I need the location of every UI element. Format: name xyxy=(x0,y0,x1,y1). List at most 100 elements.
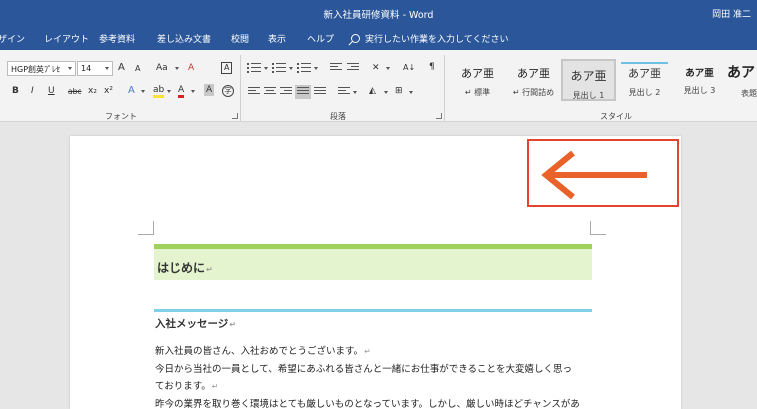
chevron-down-icon xyxy=(384,91,388,94)
style-name: 表題 xyxy=(741,89,757,98)
tell-me-text: 実行したい作業を入力してください xyxy=(365,35,509,45)
paragraph-dialog-launcher-icon[interactable] xyxy=(436,113,442,119)
show-marks-icon[interactable]: ¶ xyxy=(429,61,435,73)
ribbon: HGP創英ﾌﾟﾚｾ 14 A A Aa A A B I U abc x₂ x² … xyxy=(0,50,757,122)
font-name-value: HGP創英ﾌﾟﾚｾ xyxy=(11,65,61,74)
distributed-icon[interactable] xyxy=(314,87,326,97)
ribbon-tabs: ザイン レイアウト 参考資料 差し込み文書 校閲 表示 ヘルプ 実行したい作業を… xyxy=(0,26,757,50)
font-dialog-launcher-icon[interactable] xyxy=(232,113,238,119)
sort-button[interactable]: A↓ xyxy=(403,62,415,74)
chevron-down-icon xyxy=(353,91,357,94)
highlight-button[interactable]: ab xyxy=(153,85,165,98)
paragraph-line[interactable]: 昨今の業界を取り巻く環境はとても厳しいものとなっています。しかし、厳しい時ほどチ… xyxy=(155,396,580,409)
italic-button[interactable]: I xyxy=(31,85,34,97)
title-bar: 新入社員研修資料 - Word 岡田 准二 xyxy=(0,0,757,26)
tab-layout[interactable]: レイアウト xyxy=(44,32,89,45)
style-normal[interactable]: あア亜 ↵ 標準 xyxy=(450,59,505,101)
paragraph-line[interactable]: ております。↵ xyxy=(155,378,218,392)
chevron-down-icon xyxy=(409,91,413,94)
style-heading-3[interactable]: あア亜 見出し 3 xyxy=(672,59,727,101)
chevron-down-icon xyxy=(167,90,171,93)
style-name: 見出し 1 xyxy=(572,91,605,100)
tab-design[interactable]: ザイン xyxy=(0,32,25,45)
text-effects-button[interactable]: A xyxy=(128,85,135,97)
style-title[interactable]: あア 表題 xyxy=(727,59,757,101)
font-group-label: フォント xyxy=(105,112,137,121)
borders-icon[interactable]: ⊞ xyxy=(395,85,403,97)
underline-button[interactable]: U xyxy=(48,85,55,97)
heading-2-bar xyxy=(621,62,668,64)
line-spacing-icon[interactable] xyxy=(338,87,350,97)
shading-bucket-icon[interactable]: ◭ xyxy=(369,85,376,97)
user-name[interactable]: 岡田 准二 xyxy=(712,7,751,20)
shrink-font-button[interactable]: A xyxy=(135,63,140,75)
subscript-button[interactable]: x₂ xyxy=(88,85,97,97)
heading-2-text[interactable]: 入社メッセージ↵ xyxy=(155,316,236,331)
chevron-down-icon xyxy=(264,67,268,70)
tab-references[interactable]: 参考資料 xyxy=(99,32,135,45)
styles-group-label: スタイル xyxy=(600,112,632,121)
heading-1-block: はじめに↵ xyxy=(154,244,592,280)
style-sample: あア亜 xyxy=(570,69,607,83)
font-color-button[interactable]: A xyxy=(178,85,185,98)
window-title: 新入社員研修資料 - Word xyxy=(323,10,434,21)
chevron-down-icon xyxy=(68,67,72,70)
paragraph-group-label: 段落 xyxy=(330,112,346,121)
style-sample: あア xyxy=(727,65,755,81)
grow-font-button[interactable]: A xyxy=(118,62,125,74)
chevron-down-icon xyxy=(314,67,318,70)
heading-2-line xyxy=(154,309,592,312)
crop-mark xyxy=(138,221,154,235)
paragraph-line[interactable]: 新入社員の皆さん、入社おめでとうございます。↵ xyxy=(155,343,371,357)
chevron-down-icon xyxy=(141,90,145,93)
font-size-box[interactable]: 14 xyxy=(77,61,113,76)
style-sample: あア亜 xyxy=(628,67,661,80)
arrow-left-icon xyxy=(541,150,647,200)
superscript-button[interactable]: x² xyxy=(104,85,113,97)
style-name: ↵ 標準 xyxy=(464,88,491,97)
paragraph-line[interactable]: 今日から当社の一員として、希望にあふれる皆さんと一緒にお仕事ができることを大変嬉… xyxy=(155,361,572,375)
tab-mailings[interactable]: 差し込み文書 xyxy=(157,32,211,45)
multilevel-list-icon[interactable] xyxy=(297,63,311,73)
style-no-spacing[interactable]: あア亜 ↵ 行間詰め xyxy=(506,59,561,101)
align-left-icon[interactable] xyxy=(248,87,260,97)
style-sample: あア亜 xyxy=(685,68,714,79)
tell-me-search[interactable]: 実行したい作業を入力してください xyxy=(351,32,508,45)
font-name-box[interactable]: HGP創英ﾌﾟﾚｾ xyxy=(7,61,76,76)
style-name: ↵ 行間詰め xyxy=(512,88,555,97)
decrease-indent-icon[interactable] xyxy=(330,63,342,73)
heading-1-text[interactable]: はじめに↵ xyxy=(157,259,213,276)
increase-indent-icon[interactable] xyxy=(347,63,359,73)
tab-help[interactable]: ヘルプ xyxy=(307,32,334,45)
style-name: 見出し 2 xyxy=(628,88,661,97)
style-name: 見出し 3 xyxy=(683,86,716,95)
align-right-icon[interactable] xyxy=(280,87,292,97)
callout-box xyxy=(527,139,679,207)
group-divider xyxy=(240,55,241,121)
clear-formatting-button[interactable]: A xyxy=(188,62,194,74)
character-shading-button[interactable]: A xyxy=(204,84,215,96)
style-heading-2[interactable]: あア亜 見出し 2 xyxy=(617,59,672,101)
change-case-button[interactable]: Aa xyxy=(156,62,168,74)
group-divider xyxy=(444,55,445,121)
crop-mark xyxy=(590,221,606,235)
chevron-down-icon xyxy=(386,67,390,70)
chevron-down-icon xyxy=(175,67,179,70)
style-sample: あア亜 xyxy=(461,67,494,80)
font-size-value: 14 xyxy=(81,64,92,73)
character-border-button[interactable]: A xyxy=(221,62,233,74)
bold-button[interactable]: B xyxy=(12,85,19,97)
tab-view[interactable]: 表示 xyxy=(268,32,286,45)
align-center-icon[interactable] xyxy=(264,87,276,97)
chevron-down-icon xyxy=(105,67,109,70)
tab-review[interactable]: 校閲 xyxy=(231,32,249,45)
style-heading-1[interactable]: あア亜 見出し 1 xyxy=(561,59,616,101)
search-icon xyxy=(351,34,360,43)
asian-layout-icon[interactable]: ✕ xyxy=(372,62,380,74)
justify-icon[interactable] xyxy=(295,85,311,99)
enclose-characters-button[interactable]: 字 xyxy=(222,85,234,97)
bullets-icon[interactable] xyxy=(247,63,261,73)
numbering-icon[interactable] xyxy=(272,63,286,73)
chevron-down-icon xyxy=(191,90,195,93)
strikethrough-button[interactable]: abc xyxy=(68,86,81,98)
